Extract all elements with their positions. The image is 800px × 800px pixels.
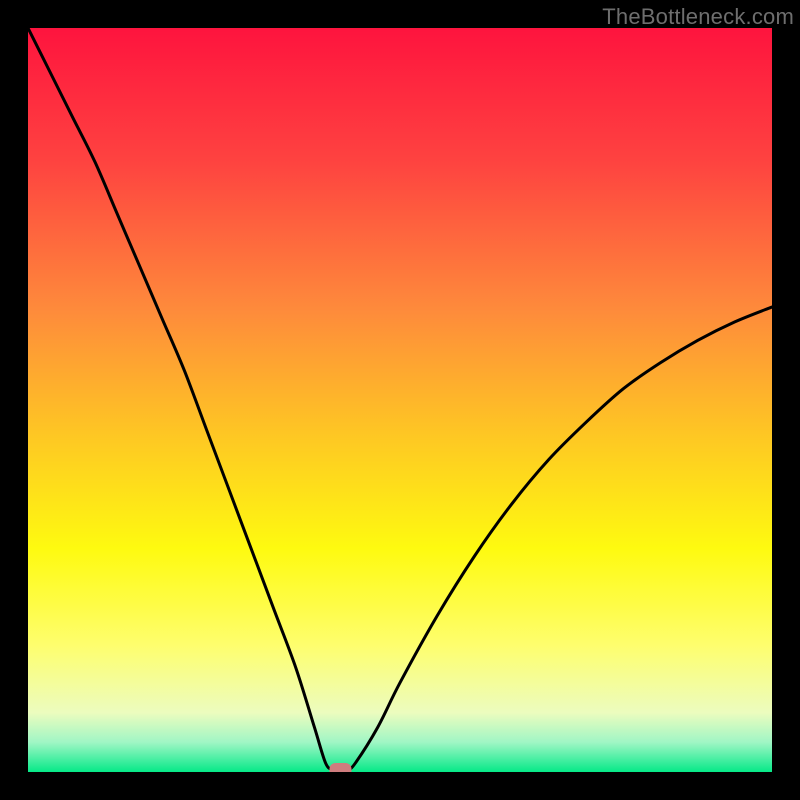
- chart-frame: TheBottleneck.com: [0, 0, 800, 800]
- optimum-marker: [329, 763, 351, 772]
- bottleneck-curve: [28, 28, 772, 772]
- plot-area: [28, 28, 772, 772]
- watermark-text: TheBottleneck.com: [602, 4, 794, 30]
- curve-layer: [28, 28, 772, 772]
